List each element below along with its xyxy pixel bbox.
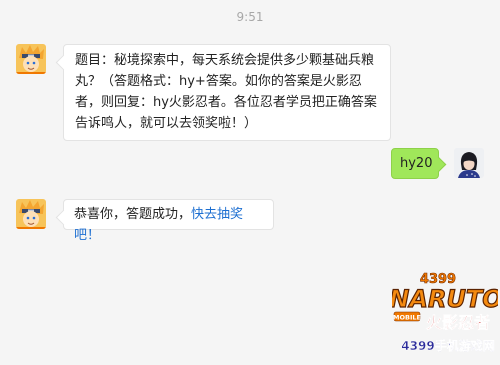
logo-brand: NARUTO xyxy=(392,285,498,313)
logo-site: 4399手机游戏网 xyxy=(401,338,494,353)
result-bubble: 恭喜你，答题成功，快去抽奖吧！ xyxy=(63,199,274,243)
user-avatar-icon[interactable] xyxy=(454,148,484,178)
question-text: 题目：秘境探索中，每天系统会提供多少颗基础兵粮丸？（答题格式：hy+答案。如你的… xyxy=(75,53,377,131)
bot-avatar-icon[interactable] xyxy=(16,44,46,74)
reply-text: hy20 xyxy=(400,156,433,171)
naruto-4399-logo: 4399 NARUTO MOBILE 火影忍者 4399手机游戏网 xyxy=(392,270,498,360)
bot-avatar-icon[interactable] xyxy=(16,199,46,229)
logo-tag: MOBILE xyxy=(393,314,421,322)
reply-bubble: hy20 xyxy=(391,148,439,179)
question-bubble: 题目：秘境探索中，每天系统会提供多少颗基础兵粮丸？（答题格式：hy+答案。如你的… xyxy=(63,44,391,141)
timestamp: 9:51 xyxy=(236,10,264,24)
logo-title-cn: 火影忍者 xyxy=(426,313,490,332)
result-text: 恭喜你，答题成功， xyxy=(74,207,192,222)
